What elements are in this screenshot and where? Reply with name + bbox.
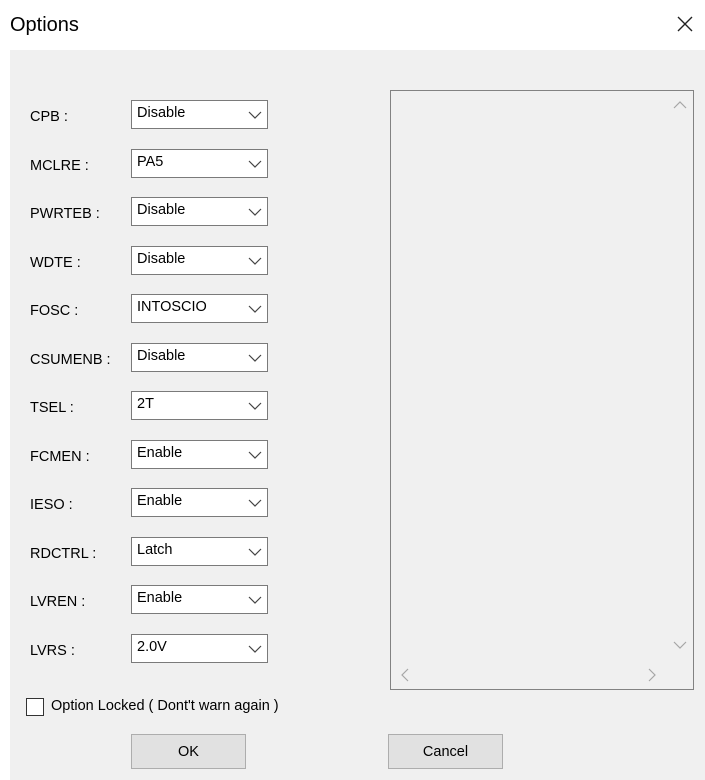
- dialog-body: CPB : Disable MCLRE : PA5 PWRTEB : Disab…: [10, 50, 705, 780]
- chevron-down-icon: [248, 354, 262, 362]
- chevron-down-icon: [248, 645, 262, 653]
- option-select-csumenb[interactable]: Disable: [131, 343, 268, 372]
- window-title: Options: [10, 14, 79, 36]
- option-value-fosc: INTOSCIO: [137, 299, 207, 315]
- chevron-down-icon: [248, 305, 262, 313]
- scroll-up-arrow-icon[interactable]: [673, 100, 687, 110]
- info-listbox[interactable]: [390, 90, 694, 690]
- option-label-csumenb: CSUMENB :: [30, 352, 111, 368]
- option-select-pwrteb[interactable]: Disable: [131, 197, 268, 226]
- option-label-mclre: MCLRE :: [30, 158, 89, 174]
- option-label-ieso: IESO :: [30, 497, 73, 513]
- option-label-lvrs: LVRS :: [30, 643, 75, 659]
- option-value-csumenb: Disable: [137, 348, 186, 364]
- option-select-wdte[interactable]: Disable: [131, 246, 268, 275]
- close-button[interactable]: [671, 10, 699, 38]
- option-select-mclre[interactable]: PA5: [131, 149, 268, 178]
- option-label-rdctrl: RDCTRL :: [30, 546, 97, 562]
- option-label-wdte: WDTE :: [30, 255, 81, 271]
- option-value-mclre: PA5: [137, 154, 164, 170]
- option-select-lvrs[interactable]: 2.0V: [131, 634, 268, 663]
- option-value-pwrteb: Disable: [137, 202, 186, 218]
- scroll-left-arrow-icon[interactable]: [400, 668, 410, 682]
- option-select-tsel[interactable]: 2T: [131, 391, 268, 420]
- chevron-down-icon: [248, 257, 262, 265]
- option-value-wdte: Disable: [137, 251, 186, 267]
- chevron-down-icon: [248, 160, 262, 168]
- option-label-fcmen: FCMEN :: [30, 449, 90, 465]
- option-select-cpb[interactable]: Disable: [131, 100, 268, 129]
- option-value-fcmen: Enable: [137, 445, 183, 461]
- option-label-tsel: TSEL :: [30, 400, 74, 416]
- chevron-down-icon: [248, 548, 262, 556]
- option-select-fcmen[interactable]: Enable: [131, 440, 268, 469]
- option-select-ieso[interactable]: Enable: [131, 488, 268, 517]
- scroll-right-arrow-icon[interactable]: [647, 668, 657, 682]
- chevron-down-icon: [248, 499, 262, 507]
- option-value-ieso: Enable: [137, 493, 183, 509]
- option-locked-checkbox[interactable]: [26, 698, 44, 716]
- option-label-fosc: FOSC :: [30, 303, 79, 319]
- option-label-lvren: LVREN :: [30, 594, 86, 610]
- title-bar: Options: [0, 0, 705, 50]
- option-value-cpb: Disable: [137, 105, 186, 121]
- option-value-lvrs: 2.0V: [137, 639, 167, 655]
- scroll-down-arrow-icon[interactable]: [673, 640, 687, 650]
- cancel-button[interactable]: Cancel: [388, 734, 503, 769]
- ok-button[interactable]: OK: [131, 734, 246, 769]
- option-label-pwrteb: PWRTEB :: [30, 206, 100, 222]
- option-value-tsel: 2T: [137, 396, 154, 412]
- option-label-cpb: CPB :: [30, 109, 68, 125]
- option-value-rdctrl: Latch: [137, 542, 173, 558]
- close-icon: [677, 16, 693, 32]
- option-select-lvren[interactable]: Enable: [131, 585, 268, 614]
- chevron-down-icon: [248, 402, 262, 410]
- chevron-down-icon: [248, 208, 262, 216]
- option-select-rdctrl[interactable]: Latch: [131, 537, 268, 566]
- option-locked-label[interactable]: Option Locked ( Dont't warn again ): [51, 698, 279, 714]
- chevron-down-icon: [248, 596, 262, 604]
- chevron-down-icon: [248, 111, 262, 119]
- option-value-lvren: Enable: [137, 590, 183, 606]
- option-select-fosc[interactable]: INTOSCIO: [131, 294, 268, 323]
- chevron-down-icon: [248, 451, 262, 459]
